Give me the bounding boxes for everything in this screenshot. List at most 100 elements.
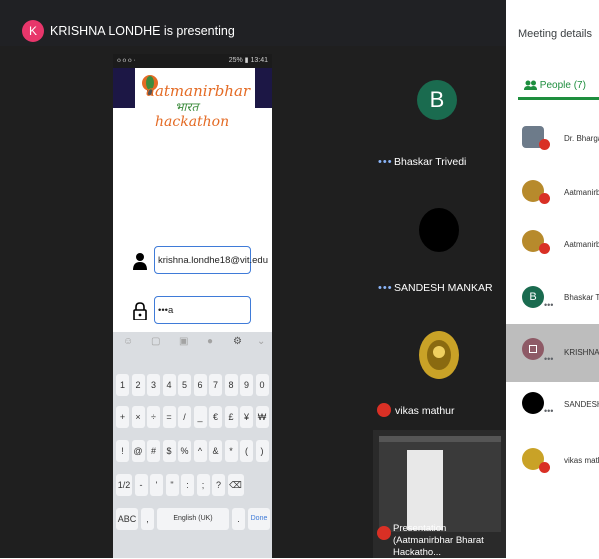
keyboard-key[interactable]: 9 bbox=[240, 374, 253, 396]
user-icon bbox=[133, 253, 147, 270]
participant-name: KRISHNA L bbox=[564, 348, 599, 357]
phone-keyboard: ☺ ▢ ▣ ● ⚙ ⌄ 1234567890 + × ÷ = / _ € £ ¥ ₩ ! @ # $% ^… bbox=[113, 332, 272, 558]
mic-off-icon bbox=[377, 526, 391, 540]
key-row-3: ! @ # $% ^ & *() bbox=[116, 440, 272, 464]
mic-off-icon bbox=[539, 193, 550, 204]
keyboard-toolbar: ☺ ▢ ▣ ● ⚙ ⌄ bbox=[113, 332, 272, 354]
comma-key[interactable]: , bbox=[141, 508, 154, 530]
mic-icon[interactable]: ● bbox=[207, 336, 213, 347]
keyboard-key[interactable]: 1/2 bbox=[116, 474, 132, 496]
mic-off-icon bbox=[539, 462, 550, 473]
keyboard-key[interactable]: € bbox=[209, 406, 222, 428]
keyboard-key[interactable]: ₩ bbox=[255, 406, 269, 428]
settings-icon[interactable]: ⚙ bbox=[233, 336, 242, 347]
keyboard-key[interactable]: _ bbox=[193, 406, 207, 428]
avatar bbox=[419, 331, 459, 379]
chevron-down-icon[interactable]: ⌄ bbox=[257, 336, 265, 347]
keyboard-key[interactable]: 3 bbox=[147, 374, 160, 396]
keyboard-key[interactable]: + bbox=[116, 406, 129, 428]
keyboard-key[interactable]: ⌫ bbox=[227, 474, 244, 496]
key-row-1: 1234567890 bbox=[116, 374, 272, 398]
presentation-label: Presentation (Aatmanirbhar Bharat Hackat… bbox=[393, 523, 484, 558]
dot-key[interactable]: . bbox=[232, 508, 245, 530]
keyboard-key[interactable]: ? bbox=[212, 474, 225, 496]
participant-tile[interactable]: B ••• Bhaskar Trivedi bbox=[373, 54, 506, 172]
tab-people[interactable]: People (7) bbox=[524, 80, 586, 91]
presenting-banner: K KRISHNA LONDHE is presenting bbox=[0, 0, 506, 46]
more-options-icon[interactable]: ••• bbox=[544, 354, 553, 364]
keyboard-key[interactable]: # bbox=[147, 440, 160, 462]
meeting-details-panel: Meeting details People (7) Dr. Bhargav A… bbox=[506, 0, 599, 486]
keyboard-key[interactable]: = bbox=[162, 406, 176, 428]
more-options-icon[interactable]: ••• bbox=[544, 406, 553, 416]
key-row-2: + × ÷ = / _ € £ ¥ ₩ bbox=[116, 406, 272, 430]
tab-people-label: People (7) bbox=[539, 80, 586, 91]
shared-screen: ᧐ ᧐ ᧐ · 25% ▮ 13:41 aatmanirbhar भारत ha… bbox=[113, 54, 272, 558]
keyboard-key[interactable]: £ bbox=[224, 406, 238, 428]
logo-text-3: hackathon bbox=[155, 114, 230, 130]
presentation-tile[interactable]: Presentation (Aatmanirbhar Bharat Hackat… bbox=[373, 430, 506, 558]
mic-off-icon bbox=[377, 403, 391, 417]
abc-key[interactable]: ABC bbox=[116, 508, 138, 530]
key-row-4: 1/2- ' ":;? ⌫ bbox=[116, 474, 272, 498]
panel-title: Meeting details bbox=[518, 28, 592, 40]
list-item[interactable]: ••• SANDESH M bbox=[506, 380, 599, 438]
space-key[interactable]: English (UK) bbox=[157, 508, 229, 530]
keyboard-key[interactable]: 7 bbox=[209, 374, 222, 396]
participant-name: Aatmanirbh bbox=[564, 188, 599, 197]
keyboard-key[interactable]: ¥ bbox=[240, 406, 253, 428]
keyboard-key[interactable]: × bbox=[131, 406, 145, 428]
people-icon bbox=[524, 80, 537, 91]
keyboard-key[interactable]: ( bbox=[240, 440, 253, 462]
keyboard-key[interactable]: ÷ bbox=[147, 406, 160, 428]
password-field[interactable]: •••a bbox=[154, 296, 251, 324]
more-options-icon[interactable]: ••• bbox=[544, 300, 553, 310]
keyboard-key[interactable]: 5 bbox=[178, 374, 191, 396]
avatar: B bbox=[522, 286, 544, 308]
avatar: B bbox=[417, 80, 457, 120]
keyboard-key[interactable]: % bbox=[178, 440, 191, 462]
list-item[interactable]: ••• KRISHNA L bbox=[506, 324, 599, 382]
keyboard-key[interactable]: $ bbox=[162, 440, 176, 462]
keyboard-key[interactable]: & bbox=[209, 440, 222, 462]
keyboard-key[interactable]: @ bbox=[131, 440, 145, 462]
list-item[interactable]: Dr. Bhargav bbox=[506, 110, 599, 168]
participant-name: Bhaskar Trivedi bbox=[394, 156, 467, 168]
logo-text-2: भारत bbox=[175, 100, 199, 114]
emoji-icon[interactable]: ☺ bbox=[123, 336, 133, 347]
list-item[interactable]: vikas math bbox=[506, 434, 599, 492]
keyboard-key[interactable]: ' bbox=[150, 474, 163, 496]
keyboard-key[interactable]: 2 bbox=[131, 374, 145, 396]
keyboard-key[interactable]: ; bbox=[196, 474, 210, 496]
participant-tile[interactable]: ••• SANDESH MANKAR bbox=[373, 180, 506, 298]
meeting-stage: K KRISHNA LONDHE is presenting ᧐ ᧐ ᧐ · 2… bbox=[0, 0, 506, 558]
gif-icon[interactable]: ▣ bbox=[179, 336, 188, 347]
more-options-icon[interactable]: ••• bbox=[378, 282, 393, 294]
presentation-thumbnail bbox=[379, 436, 501, 532]
status-right: 25% ▮ 13:41 bbox=[228, 57, 268, 64]
keyboard-key[interactable]: * bbox=[224, 440, 238, 462]
keyboard-key[interactable]: / bbox=[178, 406, 191, 428]
sticker-icon[interactable]: ▢ bbox=[151, 336, 160, 347]
keyboard-key[interactable]: ! bbox=[116, 440, 129, 462]
keyboard-key[interactable]: 0 bbox=[255, 374, 269, 396]
mic-off-icon bbox=[539, 139, 550, 150]
keyboard-key[interactable]: ) bbox=[255, 440, 269, 462]
participant-tile[interactable]: vikas mathur bbox=[373, 314, 506, 424]
keyboard-key[interactable]: 4 bbox=[162, 374, 176, 396]
keyboard-key[interactable]: ^ bbox=[193, 440, 207, 462]
participant-name: vikas mathur bbox=[395, 405, 455, 417]
keyboard-key[interactable]: 6 bbox=[193, 374, 207, 396]
participant-name: SANDESH MANKAR bbox=[394, 282, 493, 294]
keyboard-key[interactable]: : bbox=[181, 474, 194, 496]
email-field[interactable]: krishna.londhe18@vit.edu bbox=[154, 246, 268, 274]
keyboard-key[interactable]: - bbox=[134, 474, 148, 496]
more-options-icon[interactable]: ••• bbox=[378, 156, 393, 168]
participant-name: Dr. Bhargav bbox=[564, 134, 599, 143]
list-item[interactable]: B ••• Bhaskar Tri bbox=[506, 268, 599, 326]
done-key[interactable]: Done bbox=[248, 508, 270, 530]
keyboard-key[interactable]: 8 bbox=[224, 374, 238, 396]
keyboard-key[interactable]: 1 bbox=[116, 374, 129, 396]
list-item[interactable]: Aatmanirbh bbox=[506, 168, 599, 226]
keyboard-key[interactable]: " bbox=[165, 474, 179, 496]
